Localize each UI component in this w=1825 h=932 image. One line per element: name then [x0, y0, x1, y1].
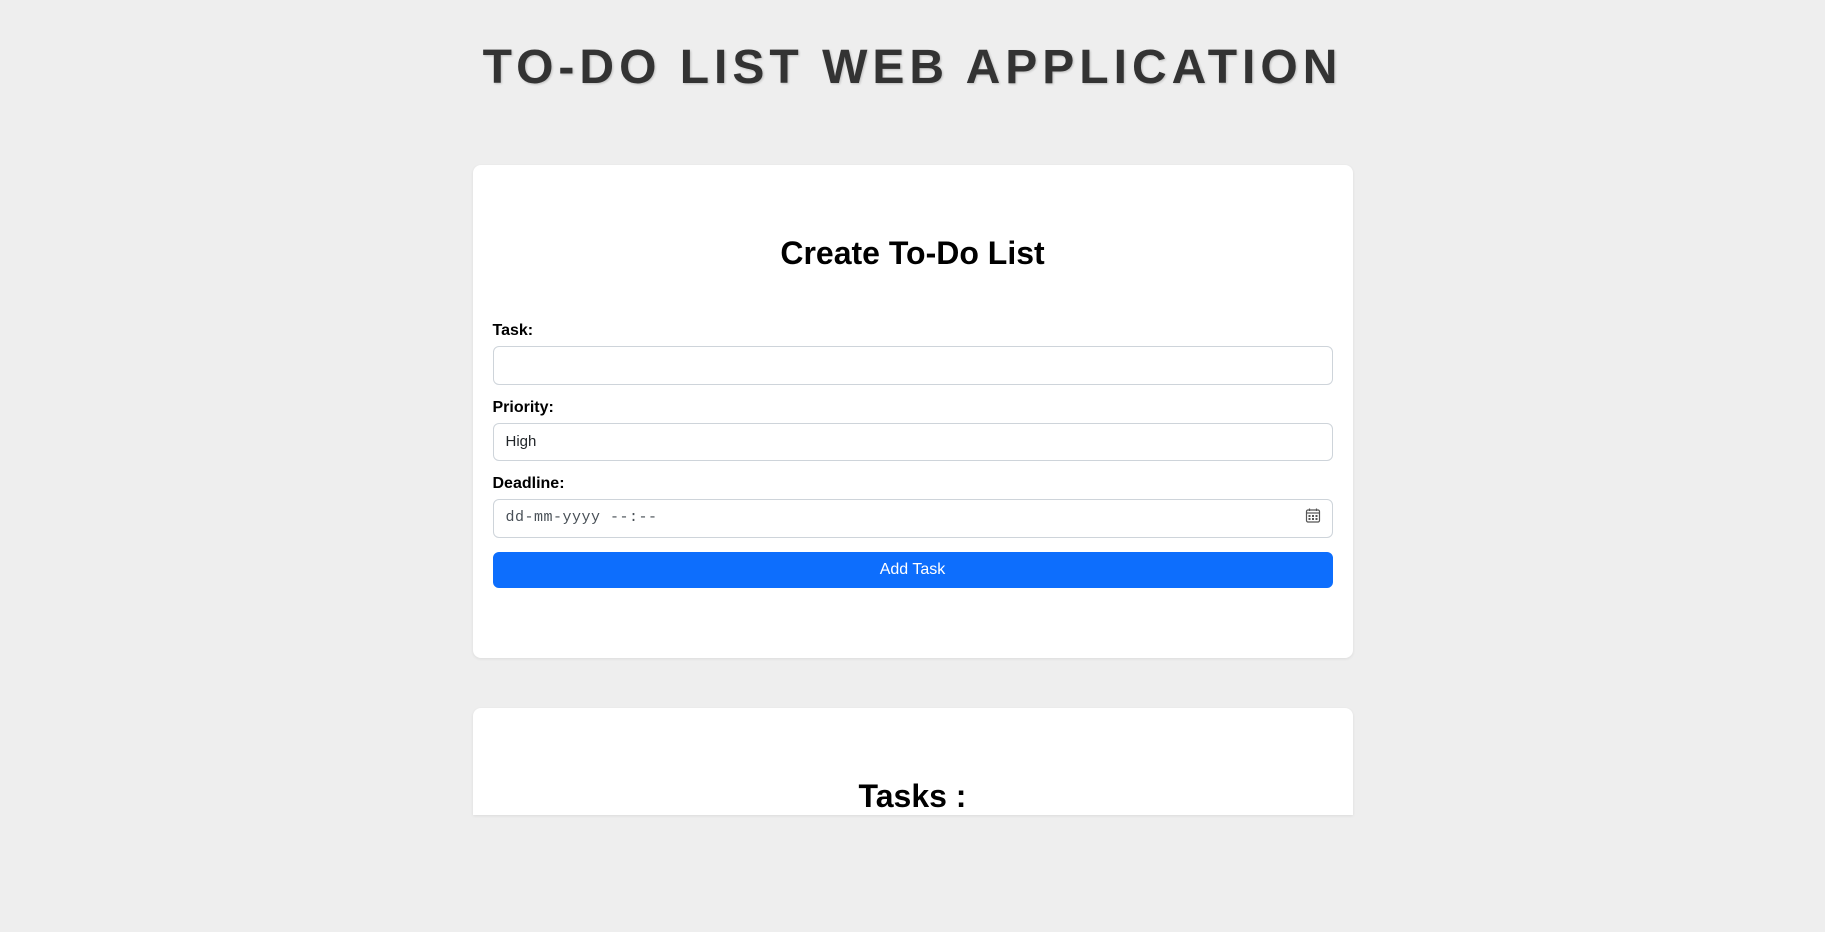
create-card-title: Create To-Do List	[493, 235, 1333, 272]
task-input[interactable]	[493, 346, 1333, 385]
tasks-card-title: Tasks :	[473, 778, 1353, 815]
page-title: TO-DO LIST WEB APPLICATION	[0, 0, 1825, 115]
deadline-form-group: Deadline:	[493, 475, 1333, 538]
create-todo-card: Create To-Do List Task: Priority: High M…	[473, 165, 1353, 658]
task-form-group: Task:	[493, 322, 1333, 385]
priority-form-group: Priority: High Medium Low	[493, 399, 1333, 462]
deadline-label: Deadline:	[493, 475, 1333, 493]
priority-label: Priority:	[493, 399, 1333, 417]
add-task-button[interactable]: Add Task	[493, 552, 1333, 588]
priority-select[interactable]: High Medium Low	[493, 423, 1333, 462]
task-label: Task:	[493, 322, 1333, 340]
tasks-card: Tasks :	[473, 708, 1353, 815]
deadline-input[interactable]	[493, 499, 1333, 538]
